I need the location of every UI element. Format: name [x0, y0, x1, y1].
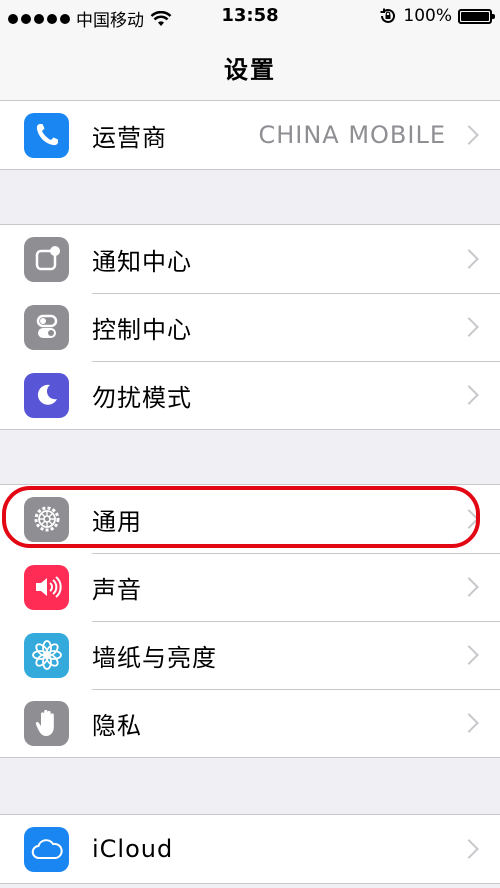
- settings-group-centers: 通知中心 控制中心 勿扰模式: [0, 224, 500, 430]
- settings-row-sounds[interactable]: 声音: [0, 553, 500, 621]
- row-separator: [92, 293, 500, 294]
- row-separator: [92, 689, 500, 690]
- chevron-right-icon: [459, 645, 479, 665]
- row-label: iCloud: [92, 835, 174, 863]
- chevron-right-icon: [459, 317, 479, 337]
- settings-row-general[interactable]: 通用: [0, 485, 500, 553]
- settings-row-notification-center[interactable]: 通知中心: [0, 225, 500, 293]
- settings-row-privacy[interactable]: 隐私: [0, 689, 500, 757]
- row-label: 墙纸与亮度: [92, 643, 217, 672]
- chevron-right-icon: [459, 249, 479, 269]
- settings-row-carrier[interactable]: 运营商 CHINA MOBILE: [0, 101, 500, 169]
- row-separator: [92, 621, 500, 622]
- chevron-right-icon: [459, 577, 479, 597]
- status-right: 100%: [379, 6, 495, 26]
- navigation-bar: 设置: [0, 34, 500, 101]
- chevron-right-icon: [459, 509, 479, 529]
- chevron-right-icon: [459, 385, 479, 405]
- row-label: 隐私: [92, 711, 142, 740]
- rotation-lock-icon: [380, 8, 396, 23]
- phone-icon: [24, 112, 69, 158]
- settings-row-icloud[interactable]: iCloud: [0, 815, 500, 883]
- notification-center-icon: [24, 236, 69, 282]
- speaker-icon: [24, 564, 69, 610]
- row-label: 通知中心: [92, 247, 192, 276]
- row-label: 运营商: [92, 123, 167, 152]
- settings-row-wallpaper-brightness[interactable]: 墙纸与亮度: [0, 621, 500, 689]
- row-label: 控制中心: [92, 315, 192, 344]
- row-label: 声音: [92, 575, 142, 604]
- settings-row-do-not-disturb[interactable]: 勿扰模式: [0, 361, 500, 429]
- status-bar: 中国移动 13:58 100%: [0, 0, 500, 34]
- row-detail: CHINA MOBILE: [258, 121, 446, 149]
- settings-group-icloud: iCloud: [0, 814, 500, 884]
- row-separator: [92, 361, 500, 362]
- cloud-icon: [24, 826, 69, 872]
- settings-row-control-center[interactable]: 控制中心: [0, 293, 500, 361]
- moon-icon: [24, 372, 69, 418]
- chevron-right-icon: [459, 713, 479, 733]
- hand-icon: [24, 700, 69, 746]
- settings-group-carrier: 运营商 CHINA MOBILE: [0, 100, 500, 170]
- battery-percentage: 100%: [403, 6, 452, 26]
- gear-icon: [24, 496, 69, 542]
- flower-icon: [24, 632, 69, 678]
- row-separator: [92, 553, 500, 554]
- chevron-right-icon: [459, 839, 479, 859]
- settings-group-general: 通用 声音 墙纸与亮度 隐私: [0, 484, 500, 758]
- row-label: 通用: [92, 507, 142, 536]
- page-title: 设置: [224, 55, 276, 84]
- battery-icon: [458, 8, 495, 24]
- control-center-icon: [24, 304, 69, 350]
- row-label: 勿扰模式: [92, 383, 192, 412]
- chevron-right-icon: [459, 125, 479, 145]
